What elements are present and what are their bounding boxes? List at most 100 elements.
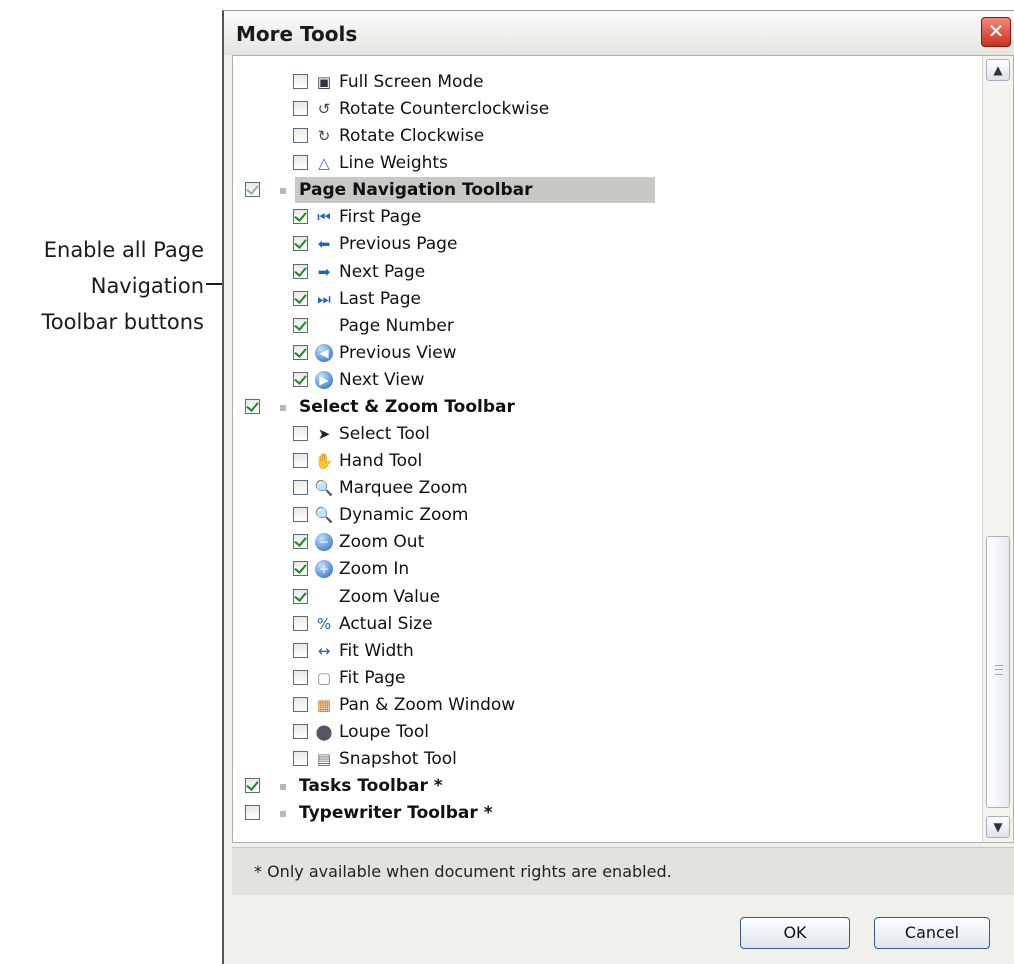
item-label: Last Page xyxy=(339,288,421,309)
checkbox[interactable] xyxy=(293,317,308,333)
item-label: Pan & Zoom Window xyxy=(339,694,516,715)
checkbox[interactable] xyxy=(293,290,308,306)
checkbox[interactable] xyxy=(293,128,308,144)
tool-row[interactable]: ⬅ Previous Page xyxy=(233,231,975,257)
tool-row[interactable]: 🔍 Dynamic Zoom xyxy=(233,502,975,528)
checkbox[interactable] xyxy=(293,534,308,550)
toolbar-group-row[interactable]: Typewriter Toolbar * xyxy=(233,800,975,826)
item-label: Next View xyxy=(339,369,425,390)
item-label: First Page xyxy=(339,207,422,228)
scroll-thumb[interactable] xyxy=(986,536,1010,808)
first-page-icon: ⏮ xyxy=(317,208,331,227)
tool-row[interactable]: 🔍 Marquee Zoom xyxy=(233,475,975,501)
tool-row[interactable]: + Zoom In xyxy=(233,556,975,582)
checkbox[interactable] xyxy=(293,101,308,117)
tool-row[interactable]: ⬤ Loupe Tool xyxy=(233,719,975,745)
tool-row[interactable]: ⏮ First Page xyxy=(233,204,975,230)
toolbar-group-row[interactable]: Tasks Toolbar * xyxy=(233,773,975,799)
tool-row[interactable]: ⏭ Last Page xyxy=(233,286,975,312)
checkbox[interactable] xyxy=(293,588,308,604)
checkbox[interactable] xyxy=(293,615,308,631)
cancel-button[interactable]: Cancel xyxy=(874,917,990,949)
previous-page-icon: ⬅ xyxy=(317,235,331,254)
checkbox[interactable] xyxy=(293,74,308,89)
ok-button[interactable]: OK xyxy=(740,917,850,949)
callout-line-3: Toolbar buttons xyxy=(41,310,204,334)
item-label: Fit Page xyxy=(339,667,406,688)
item-label: Tasks Toolbar * xyxy=(299,776,443,797)
tool-row[interactable]: △ Line Weights xyxy=(233,150,975,176)
toolbar-group-row[interactable]: Page Navigation Toolbar xyxy=(233,177,975,204)
checkbox[interactable] xyxy=(293,507,308,523)
more-tools-dialog: More Tools ✕ ▣ Full Screen Mode ↺ Rotate Co… xyxy=(222,10,1014,964)
checkbox[interactable] xyxy=(293,236,308,252)
checkbox[interactable] xyxy=(293,426,308,442)
item-label: Full Screen Mode xyxy=(339,72,484,92)
checkbox[interactable] xyxy=(293,344,308,360)
vertical-scrollbar[interactable]: ▲ ▼ xyxy=(982,56,1013,842)
item-label: Zoom In xyxy=(339,559,410,580)
scroll-grip-icon xyxy=(995,665,1003,675)
item-label: Rotate Counterclockwise xyxy=(339,99,550,120)
snapshot-icon: ▤ xyxy=(316,750,332,768)
checkbox[interactable] xyxy=(245,182,260,198)
checkbox[interactable] xyxy=(245,805,260,821)
footer-note-bar: * Only available when document rights ar… xyxy=(232,847,1014,895)
tool-row[interactable]: Zoom Value xyxy=(233,584,975,610)
checkbox[interactable] xyxy=(293,263,308,279)
checkbox[interactable] xyxy=(293,723,308,739)
toolbar-group-row[interactable]: Select & Zoom Toolbar xyxy=(233,394,975,420)
item-label: Select Tool xyxy=(339,424,430,445)
dialog-title: More Tools xyxy=(236,22,358,46)
item-label: Hand Tool xyxy=(339,451,423,472)
marquee-zoom-icon: 🔍 xyxy=(314,479,334,498)
monitor-icon: ▣ xyxy=(316,73,332,91)
callout-line-2: Navigation xyxy=(90,274,204,298)
group-bullet-icon xyxy=(280,784,286,791)
footer-note-text: * Only available when document rights ar… xyxy=(254,862,672,881)
tool-row[interactable]: ↻ Rotate Clockwise xyxy=(233,123,975,149)
checkbox[interactable] xyxy=(293,696,308,712)
checkbox[interactable] xyxy=(293,480,308,496)
checkbox[interactable] xyxy=(293,561,308,577)
select-arrow-icon: ➤ xyxy=(317,425,331,444)
tool-row[interactable]: ➤ Select Tool xyxy=(233,421,975,447)
item-label: Dynamic Zoom xyxy=(339,505,469,526)
dynamic-zoom-icon: 🔍 xyxy=(314,506,334,525)
item-label: Typewriter Toolbar * xyxy=(299,803,493,824)
tool-row[interactable]: ▦ Pan & Zoom Window xyxy=(233,692,975,718)
scroll-down-button[interactable]: ▼ xyxy=(986,816,1010,838)
checkbox[interactable] xyxy=(293,669,308,685)
zoom-in-icon: + xyxy=(314,559,334,579)
callout-annotation: Enable all Page Navigation Toolbar butto… xyxy=(0,232,204,340)
tool-row[interactable]: % Actual Size xyxy=(233,611,975,637)
tool-row[interactable]: ✋ Hand Tool xyxy=(233,448,975,474)
tool-row[interactable]: ▢ Fit Page xyxy=(233,665,975,691)
tool-row[interactable]: ↔ Fit Width xyxy=(233,638,975,664)
tool-row[interactable]: Page Number xyxy=(233,313,975,339)
tool-row[interactable]: ▤ Snapshot Tool xyxy=(233,746,975,772)
tool-row[interactable]: ◀ Previous View xyxy=(233,340,975,366)
item-label: Line Weights xyxy=(339,153,448,174)
checkbox[interactable] xyxy=(245,778,260,794)
checkbox[interactable] xyxy=(245,398,260,414)
tool-row[interactable]: ↺ Rotate Counterclockwise xyxy=(233,96,975,122)
checkbox[interactable] xyxy=(293,209,308,225)
tool-row[interactable]: ➡ Next Page xyxy=(233,259,975,285)
scroll-up-button[interactable]: ▲ xyxy=(986,59,1010,81)
item-label: Page Navigation Toolbar xyxy=(295,177,655,204)
group-bullet-icon xyxy=(280,404,286,411)
group-bullet-icon xyxy=(280,188,286,195)
checkbox[interactable] xyxy=(293,155,308,171)
hand-icon: ✋ xyxy=(314,452,334,471)
item-label: Zoom Out xyxy=(339,532,425,553)
tool-row[interactable]: − Zoom Out xyxy=(233,529,975,555)
checkbox[interactable] xyxy=(293,751,308,766)
tool-row[interactable]: ▣ Full Screen Mode xyxy=(233,69,975,95)
tool-row[interactable]: ▶ Next View xyxy=(233,367,975,393)
checkbox[interactable] xyxy=(293,371,308,387)
close-button[interactable]: ✕ xyxy=(981,17,1011,47)
checkbox[interactable] xyxy=(293,453,308,469)
checkbox[interactable] xyxy=(293,642,308,658)
rotate-cw-icon: ↻ xyxy=(317,127,331,146)
